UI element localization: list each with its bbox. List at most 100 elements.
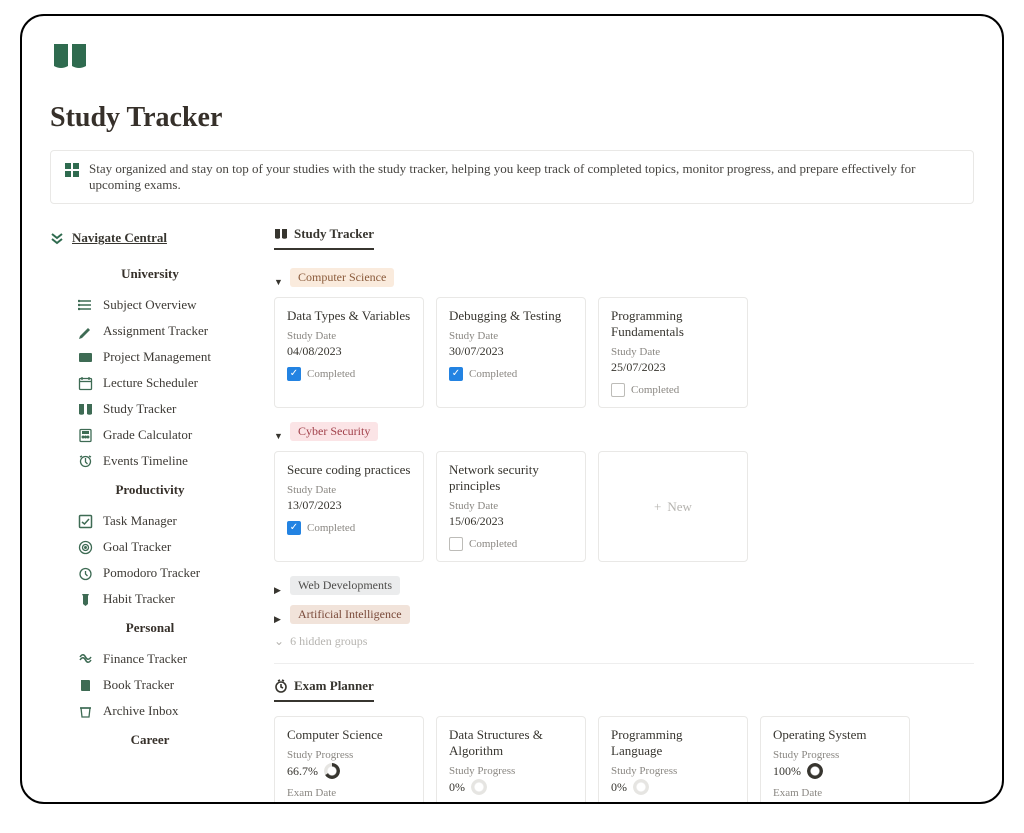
exam-card[interactable]: Data Structures & Algorithm Study Progres…	[436, 716, 586, 804]
checkbox-icon[interactable]	[611, 383, 625, 397]
nav-group-title: Productivity	[50, 474, 250, 508]
chevron-down-icon: ⌄	[274, 634, 284, 649]
triangle-right-icon	[274, 581, 284, 591]
card-date-value: 25/07/2023	[611, 360, 735, 375]
exam-title: Computer Science	[287, 727, 411, 743]
checkbox-icon[interactable]	[449, 367, 463, 381]
progress-value: 0%	[611, 780, 627, 795]
study-card[interactable]: Programming FundamentalsStudy Date25/07/…	[598, 297, 748, 408]
sidebar-item[interactable]: Habit Tracker	[50, 586, 250, 612]
subject-toggle[interactable]: Computer Science	[274, 268, 974, 287]
completed-label: Completed	[469, 538, 517, 550]
exam-date-label: Exam Date	[611, 803, 735, 804]
exam-date-label: Exam Date	[449, 803, 573, 804]
sidebar-item[interactable]: Project Management	[50, 344, 250, 370]
study-card[interactable]: Data Types & VariablesStudy Date04/08/20…	[274, 297, 424, 408]
sidebar-item[interactable]: Study Tracker	[50, 396, 250, 422]
nav-item-label: Lecture Scheduler	[103, 375, 198, 391]
sidebar-item[interactable]: Grade Calculator	[50, 422, 250, 448]
nav-icon	[78, 704, 93, 719]
card-date-value: 15/06/2023	[449, 514, 573, 529]
nav-item-label: Grade Calculator	[103, 427, 192, 443]
card-date-value: 30/07/2023	[449, 344, 573, 359]
new-card-button[interactable]: +New	[598, 451, 748, 562]
nav-group-title: University	[50, 258, 250, 292]
exam-card[interactable]: Computer ScienceStudy Progress66.7%Exam …	[274, 716, 424, 804]
nav-icon	[78, 540, 93, 555]
sidebar-heading[interactable]: Navigate Central	[50, 226, 250, 258]
nav-item-label: Pomodoro Tracker	[103, 565, 200, 581]
nav-group-title: Personal	[50, 612, 250, 646]
nav-item-label: Subject Overview	[103, 297, 197, 313]
progress-ring-icon	[633, 779, 649, 795]
sidebar-item[interactable]: Task Manager	[50, 508, 250, 534]
sidebar-item[interactable]: Events Timeline	[50, 448, 250, 474]
sidebar-item[interactable]: Finance Tracker	[50, 646, 250, 672]
app-logo-icon	[50, 40, 90, 76]
sidebar-item[interactable]: Book Tracker	[50, 672, 250, 698]
nav-item-label: Habit Tracker	[103, 591, 175, 607]
card-date-value: 04/08/2023	[287, 344, 411, 359]
sidebar-item[interactable]: Lecture Scheduler	[50, 370, 250, 396]
progress-ring-icon	[807, 763, 823, 779]
card-title: Debugging & Testing	[449, 308, 573, 324]
callout-text: Stay organized and stay on top of your s…	[89, 161, 959, 193]
card-date-label: Study Date	[449, 330, 573, 342]
study-card[interactable]: Secure coding practices Study Date 13/07/2…	[274, 451, 424, 562]
card-date-label: Study Date	[287, 484, 411, 496]
exam-date-value: August 17, 2023	[773, 801, 897, 804]
main-content: Study Tracker Computer Science Data Types…	[274, 226, 974, 804]
sidebar: Navigate Central University Subject Overv…	[50, 226, 250, 804]
nav-item-label: Study Tracker	[103, 401, 176, 417]
card-date-label: Study Date	[449, 500, 573, 512]
tab-study-tracker[interactable]: Study Tracker	[274, 226, 374, 250]
nav-icon	[78, 592, 93, 607]
triangle-down-icon	[274, 427, 284, 437]
study-card[interactable]: Network security principlesStudy Date15/…	[436, 451, 586, 562]
nav-group-title: Career	[50, 724, 250, 758]
exam-date-value: August 4, 2023	[287, 801, 411, 804]
subject-toggle[interactable]: Cyber Security	[274, 422, 974, 441]
completed-label: Completed	[631, 384, 679, 396]
progress-label: Study Progress	[449, 765, 573, 777]
card-date-label: Study Date	[611, 346, 735, 358]
clock-icon	[274, 679, 288, 693]
nav-icon	[78, 298, 93, 313]
subject-toggle[interactable]: Artificial Intelligence	[274, 605, 974, 624]
sidebar-item[interactable]: Archive Inbox	[50, 698, 250, 724]
completed-label: Completed	[307, 368, 355, 380]
sidebar-item[interactable]: Subject Overview	[50, 292, 250, 318]
checkbox-icon[interactable]	[287, 367, 301, 381]
callout-box: Stay organized and stay on top of your s…	[50, 150, 974, 204]
completed-label: Completed	[469, 368, 517, 380]
study-card[interactable]: Debugging & Testing Study Date 30/07/2023 C…	[436, 297, 586, 408]
tab-exam-planner[interactable]: Exam Planner	[274, 678, 374, 702]
sidebar-item[interactable]: Goal Tracker	[50, 534, 250, 560]
card-title: Secure coding practices	[287, 462, 411, 478]
exam-date-label: Exam Date	[773, 787, 897, 799]
sidebar-item[interactable]: Assignment Tracker	[50, 318, 250, 344]
nav-item-label: Archive Inbox	[103, 703, 178, 719]
divider	[274, 663, 974, 664]
progress-ring-icon	[471, 779, 487, 795]
nav-icon	[78, 678, 93, 693]
progress-label: Study Progress	[773, 749, 897, 761]
nav-icon	[78, 652, 93, 667]
nav-icon	[78, 376, 93, 391]
card-date-value: 13/07/2023	[287, 498, 411, 513]
exam-card[interactable]: Programming LanguageStudy Progress0%Exam…	[598, 716, 748, 804]
exam-title: Data Structures & Algorithm	[449, 727, 573, 759]
nav-item-label: Project Management	[103, 349, 211, 365]
page-title: Study Tracker	[50, 102, 974, 134]
checkbox-icon[interactable]	[287, 521, 301, 535]
exam-card[interactable]: Operating SystemStudy Progress100%Exam D…	[760, 716, 910, 804]
callout-grid-icon	[65, 163, 79, 177]
hidden-groups-toggle[interactable]: ⌄ 6 hidden groups	[274, 634, 974, 649]
sidebar-item[interactable]: Pomodoro Tracker	[50, 560, 250, 586]
nav-icon	[78, 454, 93, 469]
nav-icon	[78, 324, 93, 339]
checkbox-icon[interactable]	[449, 537, 463, 551]
triangle-down-icon	[274, 273, 284, 283]
nav-icon	[78, 428, 93, 443]
subject-toggle[interactable]: Web Developments	[274, 576, 974, 595]
